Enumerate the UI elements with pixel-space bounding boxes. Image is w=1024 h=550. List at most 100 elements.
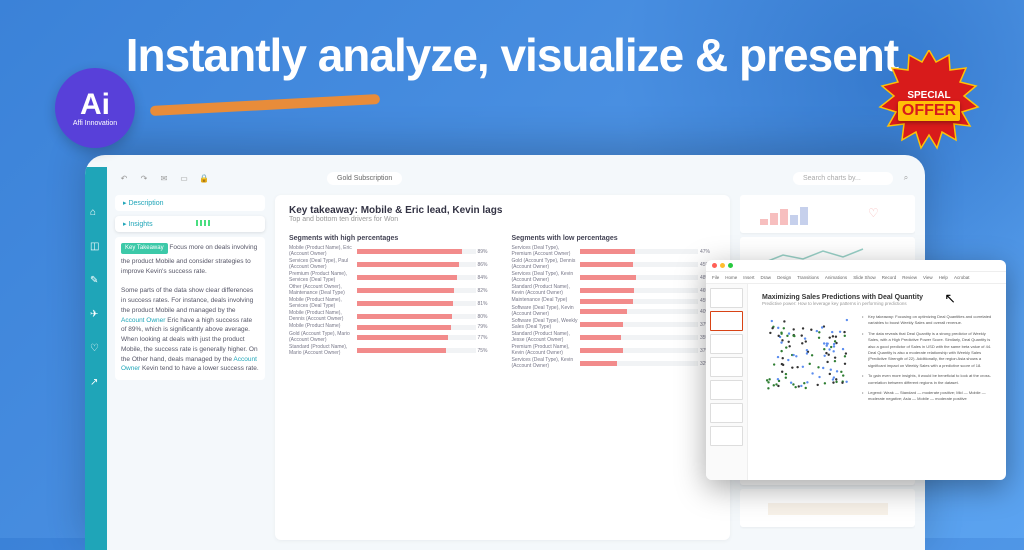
account-owner-link[interactable]: Account Owner <box>121 356 257 373</box>
svg-text:♡: ♡ <box>868 206 879 220</box>
export-icon[interactable]: ↗ <box>90 377 102 389</box>
chart-icon[interactable]: ◫ <box>90 241 102 253</box>
ribbon-tab[interactable]: Help <box>939 275 948 280</box>
bar-label: Software (Deal Type), Weekly Sales (Deal… <box>512 319 580 330</box>
slide-thumb[interactable] <box>710 357 743 377</box>
bar-track <box>580 361 699 366</box>
plane-icon[interactable]: ✈ <box>90 309 102 321</box>
bar-row: Mobile (Product Name), Eric (Account Own… <box>289 246 494 257</box>
bar-track <box>580 322 699 327</box>
bar-label: Premium (Product Name), Kevin (Account O… <box>512 345 580 356</box>
bar-row: Standard (Product Name), Jesse (Account … <box>512 332 717 343</box>
bar-track <box>357 301 476 306</box>
undo-icon[interactable]: ↶ <box>117 171 131 185</box>
ribbon-tab[interactable]: Transitions <box>797 275 819 280</box>
close-dot-icon[interactable] <box>712 263 717 268</box>
folder-icon[interactable]: ▭ <box>177 171 191 185</box>
ribbon-tab[interactable]: Acrobat <box>954 275 970 280</box>
slide-thumb-selected[interactable] <box>710 311 743 331</box>
bar-track <box>357 288 476 293</box>
bar-row: Software (Deal Type), Kevin (Account Own… <box>512 306 717 317</box>
lock-icon[interactable]: 🔒 <box>197 171 211 185</box>
subscription-pill[interactable]: Gold Subscription <box>327 172 402 185</box>
bar-track <box>357 348 476 353</box>
bar-track <box>580 309 699 314</box>
ppt-slide-title: Maximizing Sales Predictions with Deal Q… <box>762 294 992 301</box>
high-chart-title: Segments with high percentages <box>289 235 494 242</box>
bar-value: 82% <box>476 288 494 294</box>
bar-track <box>357 314 476 319</box>
ribbon-tab[interactable]: Slide Show <box>853 275 876 280</box>
ribbon-tab[interactable]: Home <box>725 275 737 280</box>
ribbon-tab[interactable]: File <box>712 275 719 280</box>
bar-track <box>580 288 699 293</box>
ribbon-tab[interactable]: View <box>923 275 933 280</box>
minimize-dot-icon[interactable] <box>720 263 725 268</box>
app-toolbar: ↶ ↷ ✉ ▭ 🔒 Gold Subscription Search chart… <box>117 167 913 189</box>
logo-text: Ai <box>80 90 110 120</box>
ribbon-tab[interactable]: Animations <box>825 275 847 280</box>
bullet-item: Key takeaway: Focusing on optimizing Dea… <box>862 314 992 327</box>
slide-thumb[interactable] <box>710 380 743 400</box>
home-icon[interactable]: ⌂ <box>90 207 102 219</box>
panel-body-text: Some parts of the data show clear differ… <box>121 287 259 372</box>
account-owner-link[interactable]: Account Owner <box>121 317 165 324</box>
logo-subtext: Affi Innovation <box>73 120 117 127</box>
hero-headline: Instantly analyze, visualize & present <box>0 28 1024 82</box>
bar-label: Premium (Product Name), Services (Deal T… <box>289 272 357 283</box>
bar-label: Services (Deal Type), Premium (Account O… <box>512 246 580 257</box>
ribbon-tab[interactable]: Design <box>777 275 791 280</box>
chart-thumb[interactable] <box>740 489 915 527</box>
edit-icon[interactable]: ✎ <box>90 275 102 287</box>
slide-thumb[interactable] <box>710 288 743 308</box>
ribbon-tab[interactable]: Draw <box>761 275 772 280</box>
chart-title: Key takeaway: Mobile & Eric lead, Kevin … <box>289 205 716 216</box>
bullet-item: To gain even more insights, it would be … <box>862 373 992 386</box>
bar-track <box>357 335 476 340</box>
bar-row: Mobile (Product Name), Dennis (Account O… <box>289 311 494 322</box>
insights-label: Insights <box>128 221 152 228</box>
heart-icon[interactable]: ♡ <box>90 343 102 355</box>
ribbon-tab[interactable]: Record <box>882 275 897 280</box>
bar-value: 47% <box>698 249 716 255</box>
description-label: Description <box>128 200 163 207</box>
bar-value: 75% <box>476 348 494 354</box>
insights-section-header[interactable]: ▸ Insights <box>115 216 265 232</box>
bar-track <box>357 249 476 254</box>
bar-value: 89% <box>476 249 494 255</box>
app-sidebar: ⌂ ◫ ✎ ✈ ♡ ↗ <box>85 167 107 550</box>
bar-value: 84% <box>476 275 494 281</box>
key-takeaway-tag: Key Takeaway <box>121 243 168 254</box>
bar-row: Other (Account Owner), Maintenance (Deal… <box>289 285 494 296</box>
redo-icon[interactable]: ↷ <box>137 171 151 185</box>
bar-row: Standard (Product Name), Kevin (Account … <box>512 285 717 296</box>
bar-row: Mobile (Product Name), Services (Deal Ty… <box>289 298 494 309</box>
slide-thumb[interactable] <box>710 403 743 423</box>
chart-main-area: Key takeaway: Mobile & Eric lead, Kevin … <box>275 195 730 540</box>
cursor-icon: ↖ <box>944 290 956 307</box>
bar-label: Services (Deal Type), Kevin (Account Own… <box>512 358 580 369</box>
search-input[interactable]: Search charts by... <box>793 172 893 185</box>
chart-thumb[interactable]: ♡ <box>740 195 915 233</box>
bar-track <box>357 262 476 267</box>
ribbon-tab[interactable]: Review <box>902 275 917 280</box>
maximize-dot-icon[interactable] <box>728 263 733 268</box>
search-icon[interactable]: ⌕ <box>899 171 913 185</box>
slide-thumb[interactable] <box>710 426 743 446</box>
bar-track <box>580 335 699 340</box>
chart-subtitle: Top and bottom ten drivers for Won <box>289 216 716 223</box>
bar-track <box>580 275 699 280</box>
ppt-slide-panel <box>706 284 748 480</box>
brand-logo-badge: Ai Affi Innovation <box>55 68 135 148</box>
mail-icon[interactable]: ✉ <box>157 171 171 185</box>
slide-thumb[interactable] <box>710 334 743 354</box>
bar-value: 86% <box>476 262 494 268</box>
ppt-ribbon: File Home Insert Draw Design Transitions Anima… <box>706 272 1006 284</box>
special-offer-badge: SPECIAL OFFER <box>874 50 984 160</box>
insights-panel: ▸ Description ▸ Insights Key Takeaway Fo… <box>115 195 265 380</box>
description-section-header[interactable]: ▸ Description <box>115 195 265 211</box>
bar-value: 77% <box>476 335 494 341</box>
ppt-bullet-list: Key takeaway: Focusing on optimizing Dea… <box>862 314 992 407</box>
bar-label: Other (Account Owner), Maintenance (Deal… <box>289 285 357 296</box>
ribbon-tab[interactable]: Insert <box>743 275 754 280</box>
